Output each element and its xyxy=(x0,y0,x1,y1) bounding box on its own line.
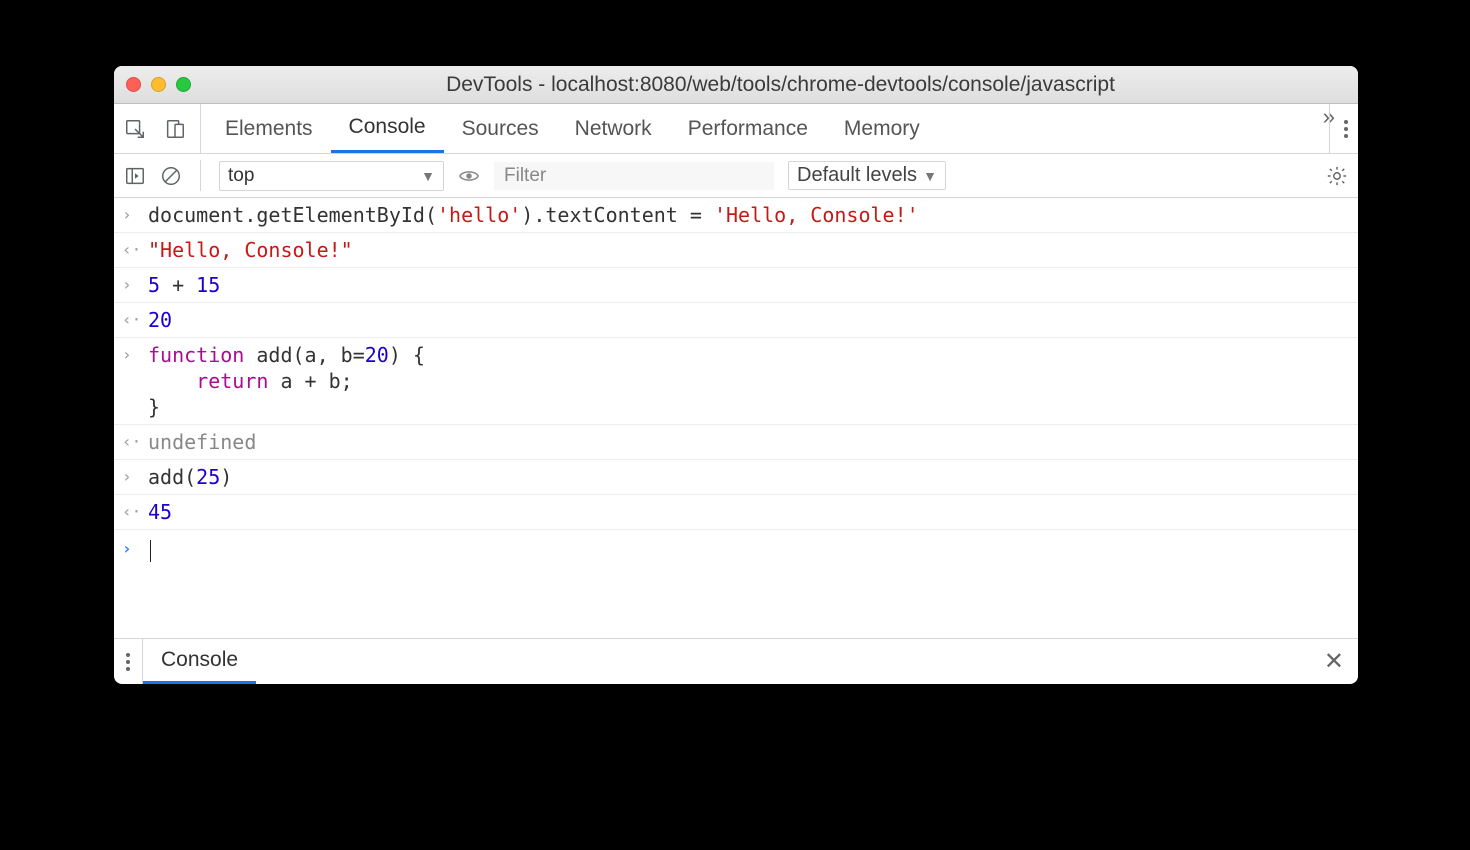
input-chevron-icon: › xyxy=(122,464,138,490)
code-content: undefined xyxy=(148,429,256,455)
tab-memory[interactable]: Memory xyxy=(826,104,938,153)
console-input-row: › function add(a, b=20) { return a + b; } xyxy=(114,338,1358,425)
tab-performance[interactable]: Performance xyxy=(670,104,826,153)
drawer-tab-console[interactable]: Console xyxy=(143,639,256,684)
close-window-button[interactable] xyxy=(126,77,141,92)
output-chevron-icon: ‹· xyxy=(122,237,138,263)
code-content: function add(a, b=20) { return a + b; } xyxy=(148,342,425,420)
code-content: add(25) xyxy=(148,464,232,490)
device-toolbar-icon[interactable] xyxy=(164,118,186,140)
code-content: "Hello, Console!" xyxy=(148,237,353,263)
console-output-row: ‹· undefined xyxy=(114,425,1358,460)
console-input-row: › add(25) xyxy=(114,460,1358,495)
output-chevron-icon: ‹· xyxy=(122,499,138,525)
filter-input[interactable] xyxy=(494,162,774,190)
live-expression-icon[interactable] xyxy=(458,165,480,187)
execution-context-select[interactable]: top ▼ xyxy=(219,161,444,191)
console-input-row: › 5 + 15 xyxy=(114,268,1358,303)
code-content: document.getElementById('hello').textCon… xyxy=(148,202,919,228)
tab-sources[interactable]: Sources xyxy=(444,104,557,153)
clear-console-icon[interactable] xyxy=(160,165,182,187)
input-chevron-icon: › xyxy=(122,202,138,228)
code-content: 20 xyxy=(148,307,172,333)
output-chevron-icon: ‹· xyxy=(122,429,138,455)
log-levels-select[interactable]: Default levels ▼ xyxy=(788,161,946,190)
prompt-chevron-icon: › xyxy=(122,536,138,562)
drawer: Console ✕ xyxy=(114,638,1358,684)
window-controls xyxy=(126,77,191,92)
drawer-menu-icon[interactable] xyxy=(126,653,130,671)
inspect-element-icon[interactable] xyxy=(124,118,146,140)
console-prompt-row[interactable]: › xyxy=(114,530,1358,584)
log-levels-label: Default levels xyxy=(797,164,917,187)
input-chevron-icon: › xyxy=(122,272,138,298)
tab-network[interactable]: Network xyxy=(557,104,670,153)
code-content: 5 + 15 xyxy=(148,272,220,298)
chevron-down-icon: ▼ xyxy=(923,168,937,184)
console-output-row: ‹· 45 xyxy=(114,495,1358,530)
close-drawer-icon[interactable]: ✕ xyxy=(1310,639,1358,684)
console-output-row: ‹· 20 xyxy=(114,303,1358,338)
console-toolbar: top ▼ Default levels ▼ xyxy=(114,154,1358,198)
chevron-down-icon: ▼ xyxy=(421,168,435,184)
devtools-window: DevTools - localhost:8080/web/tools/chro… xyxy=(114,66,1358,684)
drawer-tab-label: Console xyxy=(161,648,238,672)
input-chevron-icon: › xyxy=(122,342,138,368)
execution-context-value: top xyxy=(228,165,254,187)
tab-console[interactable]: Console xyxy=(331,104,444,153)
zoom-window-button[interactable] xyxy=(176,77,191,92)
mac-titlebar: DevTools - localhost:8080/web/tools/chro… xyxy=(114,66,1358,104)
tab-elements[interactable]: Elements xyxy=(207,104,331,153)
console-input[interactable] xyxy=(148,536,151,564)
toggle-sidebar-icon[interactable] xyxy=(124,165,146,187)
console-log[interactable]: › document.getElementById('hello').textCo… xyxy=(114,198,1358,638)
kebab-menu-icon[interactable] xyxy=(1344,120,1348,138)
window-title: DevTools - localhost:8080/web/tools/chro… xyxy=(215,73,1346,97)
code-content: 45 xyxy=(148,499,172,525)
minimize-window-button[interactable] xyxy=(151,77,166,92)
console-settings-icon[interactable] xyxy=(1326,165,1348,187)
output-chevron-icon: ‹· xyxy=(122,307,138,333)
console-input-row: › document.getElementById('hello').textCo… xyxy=(114,198,1358,233)
devtools-tabbar: ElementsConsoleSourcesNetworkPerformance… xyxy=(114,104,1358,154)
console-output-row: ‹· "Hello, Console!" xyxy=(114,233,1358,268)
